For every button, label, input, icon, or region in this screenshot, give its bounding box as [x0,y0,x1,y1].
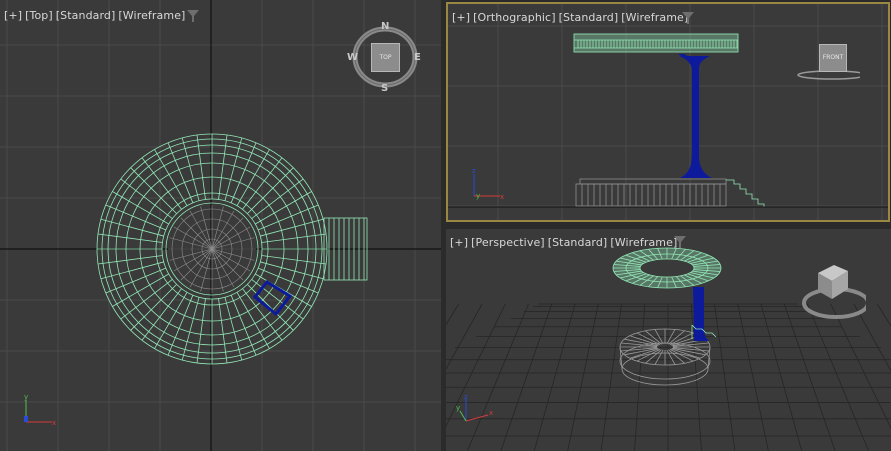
viewport-pov-menu[interactable]: [Top] [25,9,53,22]
torus-segment [141,157,182,210]
torus-wireframe-front [573,33,739,53]
viewport-menu-plus[interactable]: [+] [4,9,22,22]
compass-east[interactable]: E [414,52,421,63]
viewport-display-mode-menu[interactable]: [Wireframe] [621,11,688,24]
torus-segment [261,233,327,243]
viewport-label-ortho[interactable]: [+] [Orthographic] [Standard] [Wireframe] [452,11,688,24]
axis-tripod-top: y x [24,393,56,427]
torus-segment [120,178,173,219]
grid-line [760,303,803,451]
viewport-menu-plus[interactable]: [+] [450,236,468,249]
viewport-shading-menu[interactable]: [Standard] [56,9,116,22]
base-wireframe-top [168,205,256,293]
axis-label-y: y [24,393,28,401]
torus-segment [141,288,182,341]
axis-label-x: x [489,409,493,417]
grid-line [737,303,769,451]
torus-segment [196,134,206,200]
axis-label-z: z [472,167,476,175]
viewport-menu-plus[interactable]: [+] [452,11,470,24]
viewcube-ring [802,265,866,319]
grid-line [567,303,599,451]
pillar-front-body [679,56,712,178]
torus-segment [218,134,228,200]
viewcube-face-top[interactable]: TOP [371,43,400,72]
perspective-grid [446,303,891,451]
axis-label-y: y [456,404,460,412]
grid-line [500,303,553,451]
viewport-top[interactable]: [+] [Top] [Standard] [Wireframe] TOP N S E … [0,0,441,451]
torus-wireframe-persp [612,247,722,289]
ortho-viewport-canvas[interactable] [448,4,888,220]
viewport-display-mode-menu[interactable]: [Wireframe] [118,9,185,22]
axis-tripod-ortho: z y x [472,167,504,201]
viewport-label-persp[interactable]: [+] [Perspective] [Standard] [Wireframe] [450,236,677,249]
axis-label-y: y [476,192,480,200]
viewport-pov-menu[interactable]: [Orthographic] [473,11,555,24]
torus-segment [97,233,163,243]
grid-line [600,303,622,451]
viewport-shading-menu[interactable]: [Standard] [548,236,608,249]
axis-label-z: z [464,393,468,401]
viewcube-ortho[interactable]: FRONT [794,40,860,80]
axis-label-x: x [52,419,56,427]
viewcube-persp[interactable] [796,259,866,325]
filter-icon[interactable] [682,12,694,24]
filter-icon[interactable] [674,236,686,248]
viewport-orthographic[interactable]: [+] [Orthographic] [Standard] [Wireframe] F… [446,2,890,222]
torus-segment [261,255,327,265]
grid-line [634,303,646,451]
stairs-wireframe-front [726,179,765,208]
torus-segment [218,298,228,364]
grid-line [876,303,891,327]
viewport-shading-menu[interactable]: [Standard] [559,11,619,24]
grid-line [714,303,736,451]
axis-label-x: x [500,193,504,201]
grid-line [807,303,870,451]
torus-segment [196,298,206,364]
compass-west[interactable]: W [347,52,358,63]
torus-segment [97,255,163,265]
grid-line [830,303,891,430]
viewcube-face-front[interactable]: FRONT [819,44,847,72]
filter-icon[interactable] [187,10,199,22]
torus-segment [251,178,304,219]
torus-segment [120,279,173,320]
viewport-pov-menu[interactable]: [Perspective] [471,236,545,249]
torus-wireframe-top [96,133,328,365]
grid-line [533,303,576,451]
base-wireframe-front [575,178,727,207]
viewport-perspective[interactable]: [+] [Perspective] [Standard] [Wireframe] z … [446,229,891,451]
viewcube-top[interactable]: TOP N S E W [347,20,421,96]
compass-north[interactable]: N [381,21,389,32]
viewport-label-top[interactable]: [+] [Top] [Standard] [Wireframe] [4,9,185,22]
axis-tripod-persp: z y x [456,393,493,422]
viewport-display-mode-menu[interactable]: [Wireframe] [610,236,677,249]
compass-south[interactable]: S [381,83,388,94]
grid-line [783,303,836,451]
